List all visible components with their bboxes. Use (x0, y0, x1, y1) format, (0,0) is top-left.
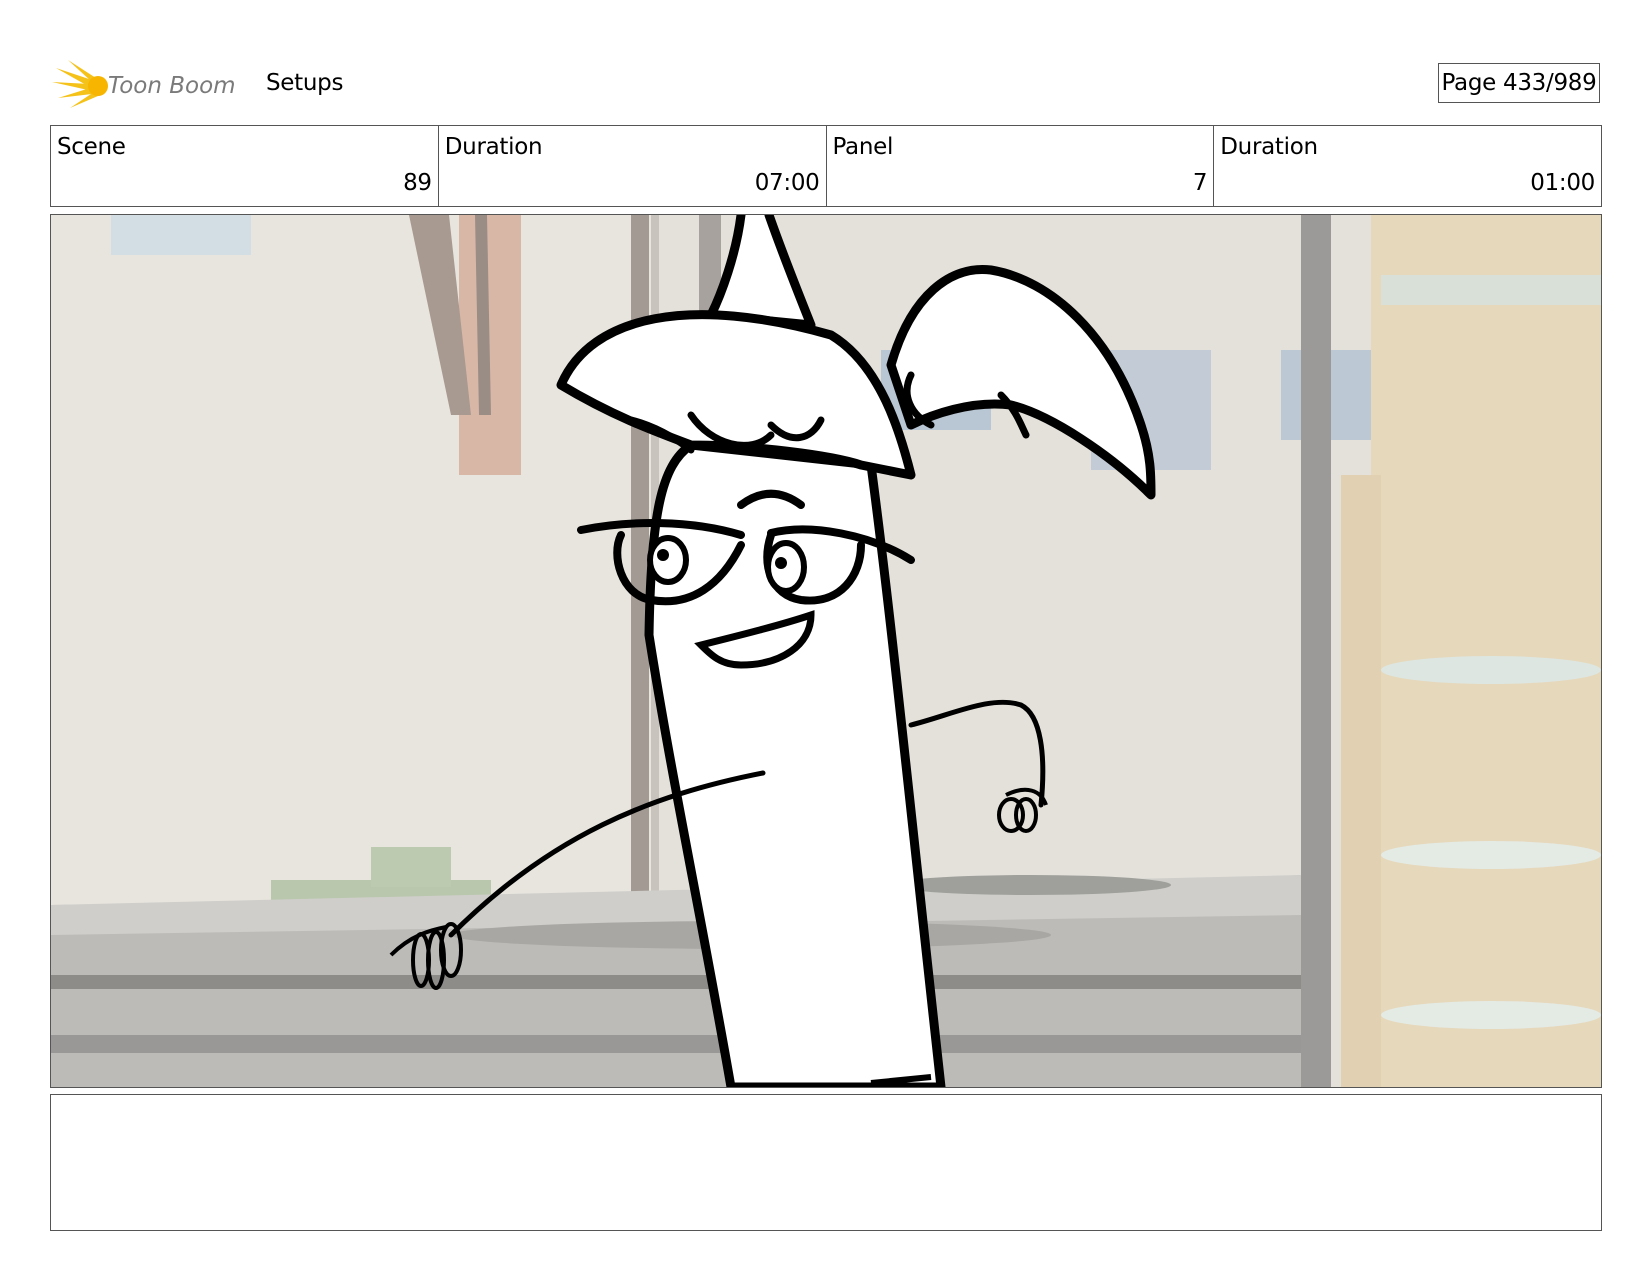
panel-cell: Panel 7 (827, 126, 1215, 206)
panel-duration-value: 01:00 (1530, 170, 1595, 196)
panel-value: 7 (1192, 170, 1208, 196)
scene-cell: Scene 89 (51, 126, 439, 206)
page-indicator: Page 433/989 (1438, 63, 1600, 103)
panel-duration-cell: Duration 01:00 (1214, 126, 1601, 206)
panel-label: Panel (832, 134, 894, 160)
panel-duration-label: Duration (1220, 134, 1318, 160)
panel-notes-box (50, 1094, 1602, 1231)
page-label: Page 433/989 (1441, 70, 1597, 96)
scene-duration-cell: Duration 07:00 (439, 126, 827, 206)
scene-duration-value: 07:00 (754, 170, 820, 196)
toon-boom-logo: Toon Boom (52, 58, 252, 110)
panel-artwork (51, 215, 1601, 1087)
project-name: Setups (266, 70, 344, 96)
scene-value: 89 (403, 170, 432, 196)
sun-icon: Toon Boom (52, 60, 236, 108)
scene-duration-label: Duration (444, 134, 543, 160)
logo-text: Toon Boom (108, 73, 236, 99)
storyboard-panel (50, 214, 1602, 1088)
scene-label: Scene (57, 134, 126, 160)
scene-info-table: Scene 89 Duration 07:00 Panel 7 Duration… (50, 125, 1602, 207)
